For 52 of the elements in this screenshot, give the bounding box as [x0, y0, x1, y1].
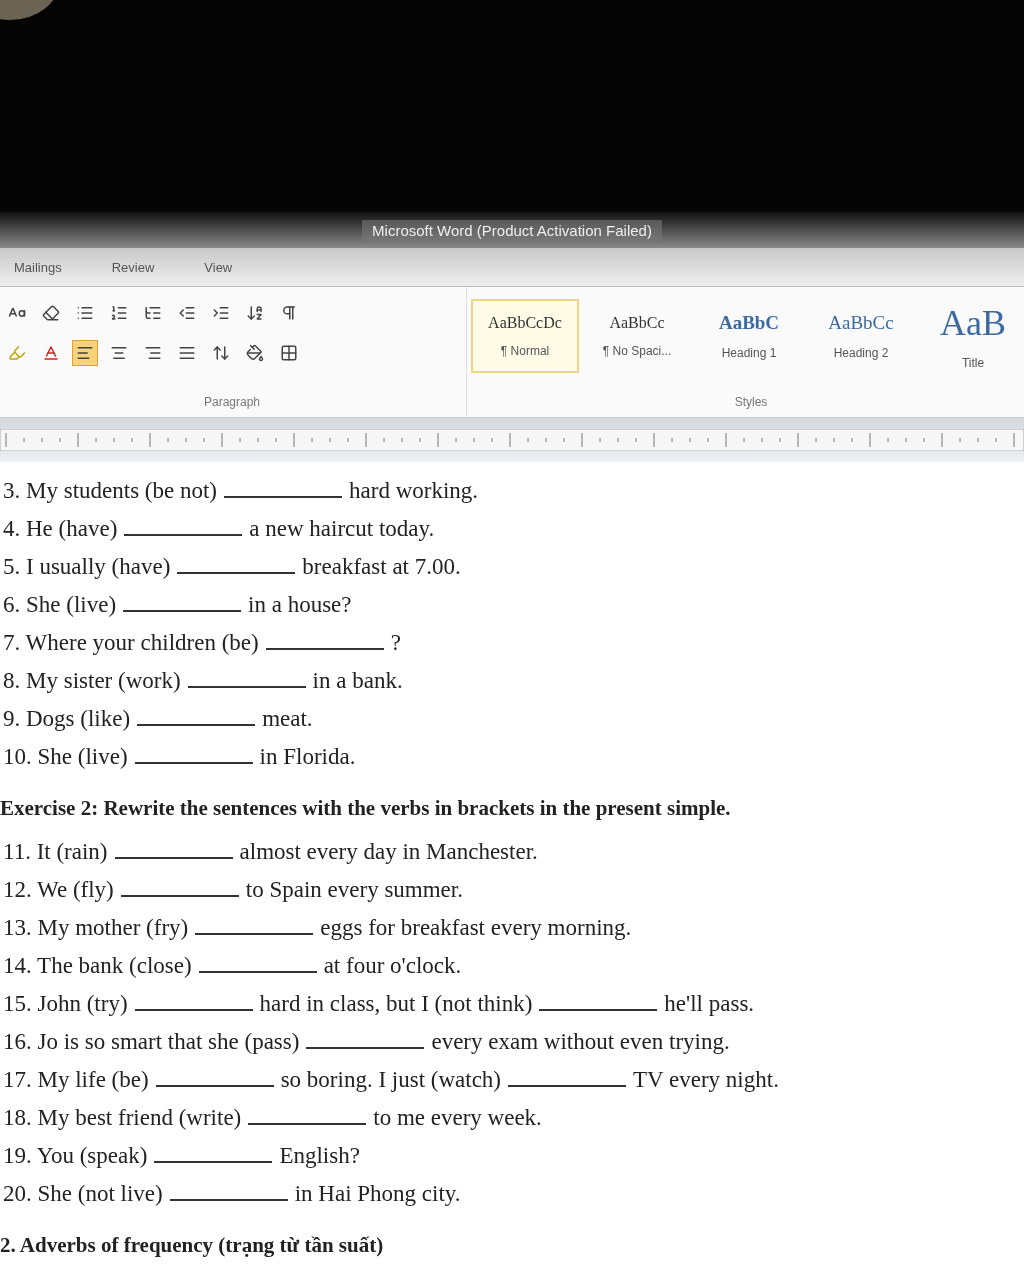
exercise-text: 17. My life (be) [2, 1067, 150, 1093]
exercise-text: so boring. I just (watch) [279, 1067, 503, 1093]
exercise-text: a new haircut today. [248, 516, 436, 542]
ribbon-tab[interactable]: Mailings [10, 257, 66, 277]
exercise-text: hard in class, but I (not think) [258, 991, 534, 1017]
section-heading: 2. Adverbs of frequency (trạng từ tần suất) [0, 1233, 385, 1258]
exercise-text: 20. She (not live) [2, 1181, 164, 1207]
style-tile[interactable]: AaBbCcDc ¶ Normal [471, 299, 579, 373]
exercise-text: 3. My students (be not) [2, 478, 218, 504]
exercise-text: 19. You (speak) [2, 1143, 149, 1169]
group-label: Paragraph [202, 395, 261, 409]
group-label: Styles [733, 395, 769, 409]
exercise-text: he'll pass. [663, 991, 756, 1017]
exercise-text: eggs for breakfast every morning. [319, 915, 633, 941]
exercise-text: 15. John (try) [2, 991, 129, 1017]
exercise-text: 18. My best friend (write) [2, 1105, 243, 1131]
exercise-text: 11. It (rain) [2, 839, 109, 865]
exercise-text: to me every week. [372, 1105, 543, 1131]
exercise-text: almost every day in Manchester. [238, 839, 539, 865]
exercise-text: in a house? [247, 592, 353, 618]
exercise-text: 12. We (fly) [2, 877, 115, 903]
exercise-text: 13. My mother (fry) [2, 915, 190, 941]
exercise-text: 8. My sister (work) [2, 668, 182, 694]
window-title: Microsoft Word (Product Activation Failed) [362, 219, 662, 241]
exercise-text: 14. The bank (close) [2, 953, 193, 979]
exercise-text: in Florida. [258, 744, 357, 770]
align-left-icon[interactable] [72, 340, 98, 366]
exercise-text: at four o'clock. [322, 953, 463, 979]
exercise-text: in a bank. [311, 668, 404, 694]
exercise-text: 7. Where your children (be) [2, 630, 260, 656]
exercise-text: breakfast at 7.00. [301, 554, 462, 580]
exercise-text: to Spain every summer. [244, 877, 464, 903]
exercise-text: ? [389, 630, 402, 656]
exercise-text: 9. Dogs (like) [2, 706, 132, 732]
style-tile[interactable]: AaB Title [919, 299, 1024, 373]
style-tile[interactable]: AaBbCc Heading 2 [807, 299, 915, 373]
style-tile[interactable]: AaBbC Heading 1 [695, 299, 803, 373]
exercise-text: TV every night. [632, 1067, 780, 1093]
exercise-text: 5. I usually (have) [2, 554, 172, 580]
exercise-text: hard working. [348, 478, 480, 504]
ribbon-tab[interactable]: Review [107, 257, 159, 277]
exercise-text: English? [278, 1143, 361, 1169]
style-tile[interactable]: AaBbCc ¶ No Spaci... [583, 299, 691, 373]
exercise-text: 16. Jo is so smart that she (pass) [2, 1029, 301, 1055]
exercise-text: 6. She (live) [2, 592, 118, 618]
exercise-text: in Hai Phong city. [293, 1181, 462, 1207]
exercise-text: 10. She (live) [2, 744, 129, 770]
exercise-text: every exam without even trying. [430, 1029, 731, 1055]
exercise-heading: Exercise 2: Rewrite the sentences with the verbs in brackets in the present simple. [0, 796, 732, 821]
exercise-text: meat. [261, 706, 314, 732]
ribbon-tab[interactable]: View [200, 257, 237, 277]
exercise-text: 4. He (have) [2, 516, 119, 542]
